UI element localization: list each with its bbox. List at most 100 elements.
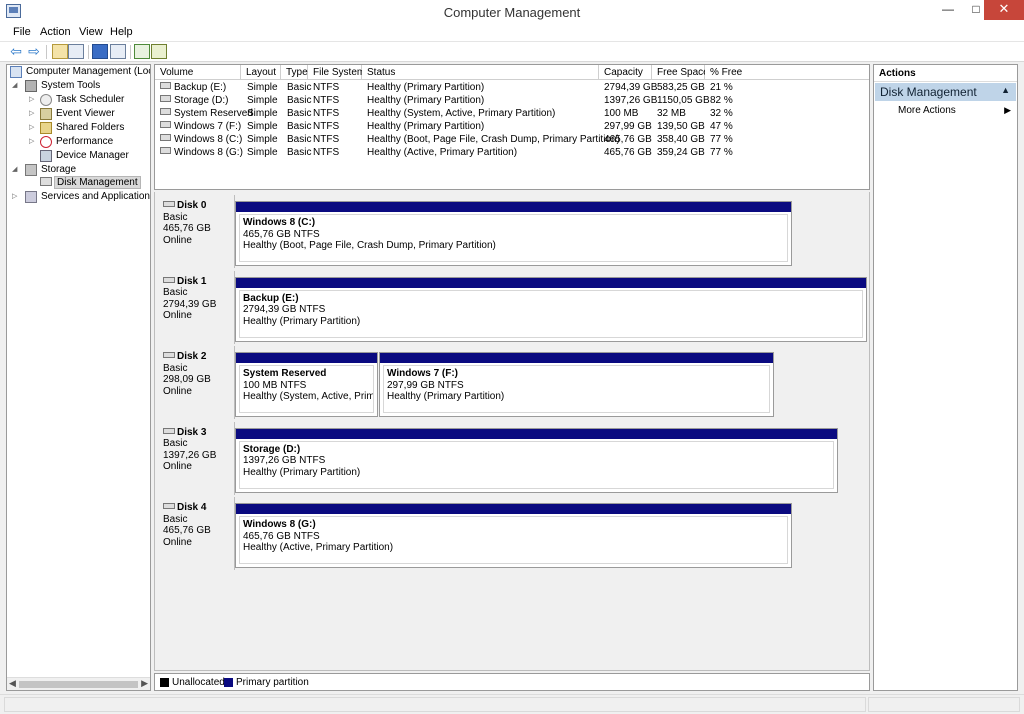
menu-file[interactable]: File — [13, 26, 31, 38]
volume-cell[interactable]: Windows 8 (G:) — [160, 147, 243, 160]
volume-cell-text: NTFS — [313, 147, 340, 158]
disk-label[interactable]: Disk 4 Basic 465,76 GB Online — [157, 497, 235, 570]
collapse-icon[interactable]: ◢ — [12, 165, 20, 173]
partition-block[interactable]: Windows 8 (G:) 465,76 GB NTFS Healthy (Act… — [235, 503, 792, 568]
tools-icon — [25, 80, 37, 92]
column-header-percent-free[interactable]: % Free — [705, 65, 869, 80]
partition-status: Healthy (Active, Primary Partition) — [243, 542, 394, 553]
volume-cell[interactable]: Storage (D:) — [160, 95, 228, 108]
partition-name: Windows 8 (G:) — [243, 519, 316, 530]
expand-icon[interactable]: ▷ — [29, 137, 37, 145]
partition-body: Storage (D:) 1397,26 GB NTFS Healthy (Prim… — [239, 440, 834, 489]
volume-cell: Simple — [247, 95, 278, 108]
disk-label[interactable]: Disk 1 Basic 2794,39 GB Online — [157, 270, 235, 344]
volume-cell[interactable]: System Reserved — [160, 108, 253, 121]
volume-cell: Simple — [247, 134, 278, 147]
disk-state: Online — [163, 234, 192, 246]
disk-type: Basic — [163, 362, 188, 374]
forward-arrow-icon[interactable]: ⇨ — [26, 44, 42, 59]
volume-list: Volume Layout Type File System Status Ca… — [154, 64, 870, 190]
show-hide-action-pane-icon[interactable] — [110, 44, 126, 59]
column-header-file-system[interactable]: File System — [308, 65, 365, 80]
up-folder-icon[interactable] — [52, 44, 68, 59]
partition-block[interactable]: Storage (D:) 1397,26 GB NTFS Healthy (Prim… — [235, 427, 838, 493]
partition-block[interactable]: Windows 8 (C:) 465,76 GB NTFS Healthy (Boo… — [235, 201, 792, 266]
scroll-right-icon[interactable]: ▶ — [141, 678, 148, 689]
tree-horizontal-scrollbar[interactable]: ◀ ▶ — [7, 677, 150, 690]
legend-primary-partition: Primary partition — [236, 677, 309, 688]
show-hide-tree-icon[interactable] — [68, 44, 84, 59]
menu-help[interactable]: Help — [110, 26, 133, 38]
volume-cell: NTFS — [313, 134, 339, 147]
disk-state: Online — [163, 536, 192, 548]
tree-label: Task Scheduler — [56, 94, 125, 105]
volume-cell-text: 359,24 GB — [657, 147, 705, 158]
volume-cell: Healthy (Active, Primary Partition) — [367, 147, 517, 160]
close-button[interactable]: ✕ — [984, 0, 1024, 20]
disk-drive-icon — [163, 201, 175, 207]
volume-cell-text: Simple — [247, 147, 278, 158]
volume-cell: Healthy (System, Active, Primary Partiti… — [367, 108, 555, 121]
minimize-button[interactable]: — — [934, 0, 962, 20]
volume-cell[interactable]: Backup (E:) — [160, 82, 226, 95]
volume-cell-text: NTFS — [313, 134, 340, 145]
disk-type: Basic — [163, 438, 188, 449]
scroll-thumb[interactable] — [19, 681, 138, 688]
column-header-status[interactable]: Status — [362, 65, 599, 80]
column-header-volume[interactable]: Volume — [155, 65, 241, 80]
volume-cell-text: 32 % — [710, 108, 733, 119]
performance-icon — [40, 136, 52, 148]
disk-label[interactable]: Disk 3 Basic 1397,26 GB Online — [157, 421, 235, 495]
volume-cell[interactable]: Windows 7 (F:) — [160, 121, 241, 134]
menu-action[interactable]: Action — [40, 26, 71, 38]
disk-state: Online — [163, 461, 192, 472]
disk-name: Disk 3 — [177, 426, 207, 438]
partition-block[interactable]: Backup (E:) 2794,39 GB NTFS Healthy (Prima… — [235, 276, 867, 342]
volume-cell: 32 MB — [657, 108, 686, 121]
volume-cell-text: Basic — [287, 95, 312, 106]
collapse-icon[interactable]: ◢ — [12, 81, 20, 89]
back-arrow-icon[interactable]: ⇦ — [8, 44, 24, 59]
submenu-arrow-icon: ▶ — [1004, 105, 1011, 115]
scroll-left-icon[interactable]: ◀ — [9, 678, 16, 689]
volume-cell-text: Basic — [287, 108, 312, 119]
expand-icon[interactable]: ▷ — [29, 123, 37, 131]
expand-icon[interactable]: ▷ — [29, 95, 37, 103]
disk-drive-icon — [163, 427, 175, 434]
column-header-layout[interactable]: Layout — [241, 65, 281, 80]
disk-size: 2794,39 GB — [163, 298, 217, 310]
volume-cell-text: 100 MB — [604, 108, 639, 119]
actions-section-disk-management[interactable]: Disk Management ▲ — [875, 83, 1016, 101]
partition-block[interactable]: Windows 7 (F:) 297,99 GB NTFS Healthy (Pri… — [379, 352, 774, 417]
column-header-free-space[interactable]: Free Space — [652, 65, 709, 80]
properties-icon[interactable] — [151, 44, 167, 59]
help-icon[interactable] — [92, 44, 108, 59]
volume-cell-text: 465,76 GB — [604, 134, 652, 145]
collapse-up-icon[interactable]: ▲ — [1001, 85, 1010, 95]
volume-cell: 47 % — [710, 121, 733, 134]
disk-type: Basic — [163, 513, 188, 525]
shared-folder-icon — [40, 122, 52, 134]
volume-cell: Simple — [247, 108, 278, 121]
partition-block[interactable]: System Reserved 100 MB NTFS Healthy (Syste… — [235, 352, 378, 417]
disk-label[interactable]: Disk 2 Basic 298,09 GB Online — [157, 346, 235, 419]
volume-cell: Healthy (Primary Partition) — [367, 82, 484, 95]
volume-cell: Healthy (Boot, Page File, Crash Dump, Pr… — [367, 134, 620, 147]
more-actions-item[interactable]: More Actions — [898, 105, 956, 116]
column-header-capacity[interactable]: Capacity — [599, 65, 652, 80]
partition-body: Windows 8 (C:) 465,76 GB NTFS Healthy (Boo… — [239, 214, 788, 262]
refresh-icon[interactable] — [134, 44, 150, 59]
expand-icon[interactable]: ▷ — [29, 109, 37, 117]
volume-cell-text: 47 % — [710, 121, 733, 132]
volume-cell-text: 32 MB — [657, 108, 686, 119]
disk-drive-icon — [163, 352, 175, 358]
column-header-type[interactable]: Type — [281, 65, 308, 80]
window-title: Computer Management — [443, 5, 581, 20]
expand-icon[interactable]: ▷ — [12, 192, 20, 200]
volume-cell-text: 358,40 GB — [657, 134, 705, 145]
disk-label[interactable]: Disk 0 Basic 465,76 GB Online — [157, 195, 235, 268]
volume-cell: Simple — [247, 121, 278, 134]
menu-view[interactable]: View — [79, 26, 103, 38]
volume-cell[interactable]: Windows 8 (C:) — [160, 134, 242, 147]
volume-cell: NTFS — [313, 121, 339, 134]
